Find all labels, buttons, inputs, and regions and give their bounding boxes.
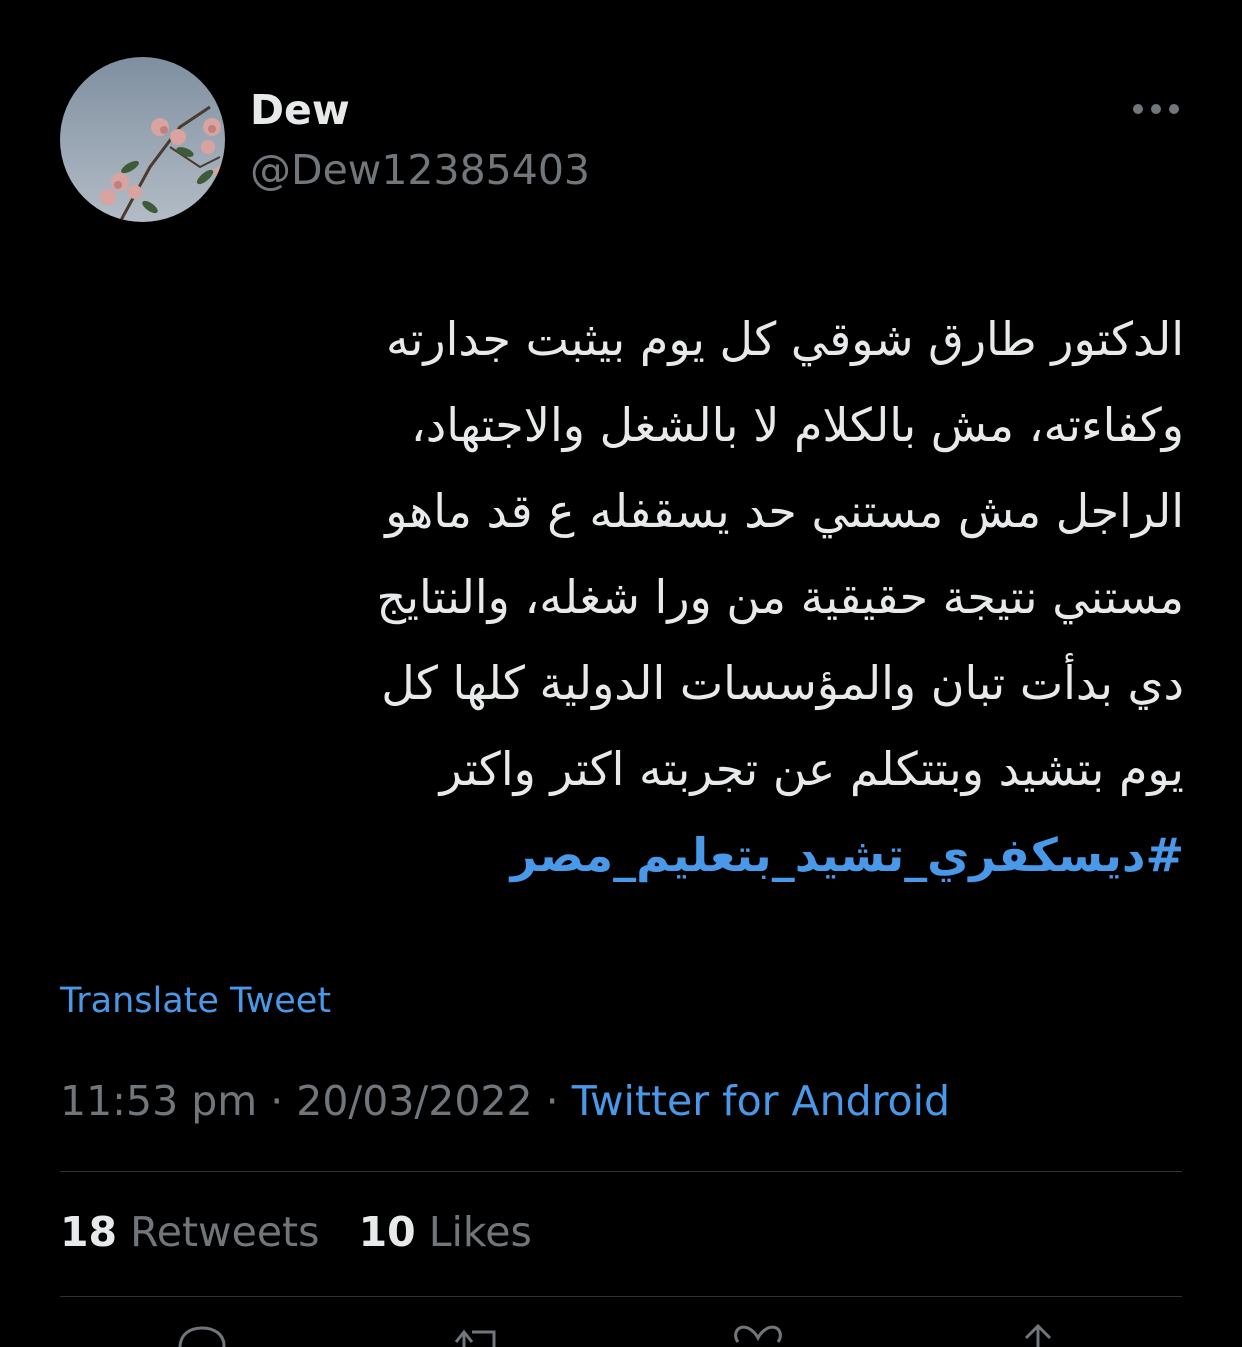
action-bar — [0, 1320, 1242, 1347]
more-horizontal-icon — [1131, 100, 1181, 119]
tweet-date[interactable]: 20/03/2022 — [296, 1077, 532, 1125]
reply-icon — [178, 1326, 226, 1347]
tweet-text-line: مستني نتيجة حقيقية من ورا شغله، والنتايج — [376, 570, 1184, 624]
tweet-text-line: الراجل مش مستني حد يسقفله ع قد ماهو — [385, 484, 1184, 538]
retweet-button[interactable] — [450, 1320, 510, 1347]
avatar[interactable] — [60, 57, 225, 222]
retweets-count: 18 — [60, 1208, 118, 1256]
tweet-detail: Dew @Dew12385403 الدكتور طارق شوقي كل يو… — [0, 0, 1242, 1347]
avatar-image — [60, 57, 225, 222]
reply-button[interactable] — [172, 1320, 232, 1347]
tweet-stats: 18 Retweets 10 Likes — [60, 1208, 532, 1256]
tweet-time[interactable]: 11:53 pm — [60, 1077, 257, 1125]
heart-icon — [734, 1325, 782, 1343]
tweet-text-line: دي بدأت تبان والمؤسسات الدولية كلها كل — [381, 656, 1184, 710]
retweet-icon — [454, 1329, 496, 1347]
tweet-metadata: 11:53 pm · 20/03/2022 · Twitter for Andr… — [60, 1077, 950, 1125]
meta-separator: · — [257, 1077, 297, 1125]
likes-stat[interactable]: 10 Likes — [359, 1208, 532, 1256]
likes-label: Likes — [428, 1208, 532, 1256]
share-button[interactable] — [1008, 1320, 1068, 1347]
tweet-text-line: يوم بتشيد وبتتكلم عن تجربته اكتر واكتر — [439, 742, 1184, 796]
likes-count: 10 — [358, 1208, 416, 1256]
tweet-text-line: الدكتور طارق شوقي كل يوم بيثبت جدارته — [385, 312, 1184, 366]
display-name[interactable]: Dew — [250, 86, 350, 134]
tweet-text: الدكتور طارق شوقي كل يوم بيثبت جدارته وك… — [100, 296, 1184, 898]
tweet-source-link[interactable]: Twitter for Android — [572, 1077, 950, 1125]
divider — [60, 1296, 1182, 1297]
tweet-text-line: وكفاءته، مش بالكلام لا بالشغل والاجتهاد، — [410, 398, 1184, 452]
like-button[interactable] — [728, 1320, 788, 1347]
retweets-stat[interactable]: 18 Retweets — [60, 1208, 319, 1256]
share-icon — [1024, 1323, 1052, 1347]
meta-separator: · — [532, 1077, 572, 1125]
more-options-button[interactable] — [1128, 92, 1184, 126]
divider — [60, 1171, 1182, 1172]
retweets-label: Retweets — [130, 1208, 320, 1256]
translate-tweet-link[interactable]: Translate Tweet — [60, 981, 331, 1021]
hashtag-link[interactable]: #ديسكفري_تشيد_بتعليم_مصر — [100, 812, 1184, 898]
user-handle[interactable]: @Dew12385403 — [250, 146, 590, 194]
